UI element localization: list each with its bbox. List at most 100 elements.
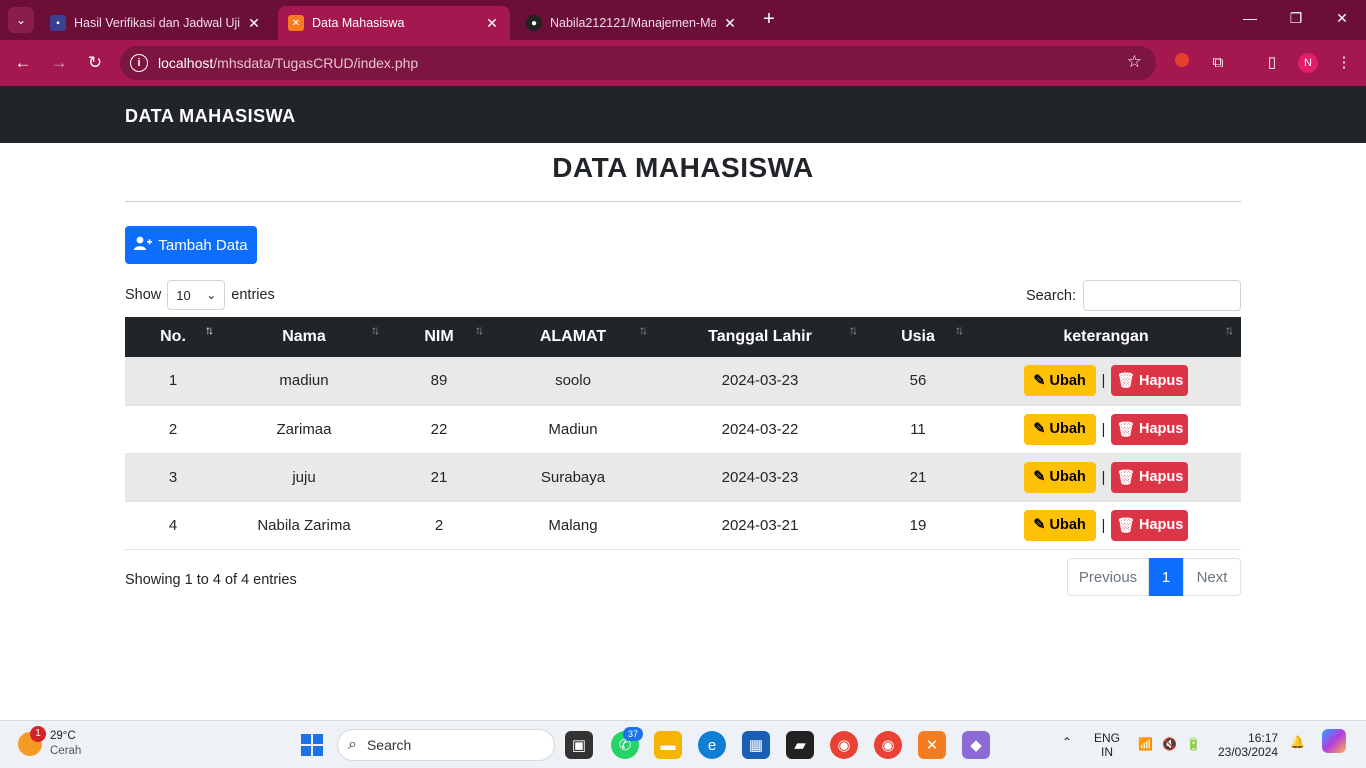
- edit-button[interactable]: ✎ Ubah: [1023, 509, 1096, 541]
- new-tab-button[interactable]: +: [758, 8, 780, 32]
- add-data-label: Tambah Data: [158, 236, 248, 254]
- edit-button[interactable]: ✎ Ubah: [1023, 461, 1096, 493]
- cell-no: 4: [168, 516, 178, 534]
- tab-verifikasi[interactable]: ▪ Hasil Verifikasi dan Jadwal Ujian ✕: [40, 6, 272, 40]
- column-header-tanggal-lahir[interactable]: Tanggal Lahir ↑↓: [655, 317, 865, 357]
- profile-avatar[interactable]: N: [1298, 53, 1318, 73]
- address-bar[interactable]: i localhost/mhsdata/TugasCRUD/index.php …: [120, 46, 1156, 80]
- wifi-icon[interactable]: 📶: [1138, 737, 1153, 751]
- file-explorer-icon[interactable]: ▬: [654, 731, 682, 759]
- cell-nim: 2: [434, 516, 444, 534]
- sort-asc-icon: ↑↓: [205, 323, 214, 337]
- entries-label: entries: [231, 287, 275, 303]
- tab-search-button[interactable]: ⌄: [8, 7, 34, 33]
- trash-icon: 🗑: [1116, 421, 1135, 438]
- edit-button[interactable]: ✎ Ubah: [1023, 365, 1096, 397]
- delete-button[interactable]: 🗑 Hapus: [1111, 509, 1189, 541]
- tab-data-mahasiswa[interactable]: ✕ Data Mahasiswa ✕: [278, 6, 510, 40]
- back-icon[interactable]: ←: [12, 52, 34, 74]
- previous-page-button[interactable]: Previous: [1067, 558, 1149, 596]
- copilot-icon[interactable]: [1322, 729, 1346, 756]
- chrome-profile-icon[interactable]: ◉: [874, 731, 902, 759]
- column-header-usia[interactable]: Usia ↑↓: [865, 317, 971, 357]
- close-tab-icon[interactable]: ✕: [246, 15, 262, 32]
- cell-actions: ✎ Ubah | 🗑 Hapus: [971, 405, 1241, 453]
- minimize-icon[interactable]: —: [1240, 10, 1260, 26]
- delete-button[interactable]: 🗑 Hapus: [1111, 461, 1189, 493]
- cell-no: 1: [168, 372, 178, 390]
- edge-icon[interactable]: e: [698, 731, 726, 759]
- delete-button[interactable]: 🗑 Hapus: [1111, 413, 1189, 445]
- trash-icon: 🗑: [1116, 517, 1135, 534]
- chevron-down-icon: ⌄: [206, 288, 217, 302]
- entries-select[interactable]: 10 ⌄: [167, 280, 226, 310]
- trash-icon: 🗑: [1116, 373, 1135, 390]
- windows-start-icon[interactable]: [298, 731, 326, 759]
- add-data-button[interactable]: Tambah Data: [125, 226, 257, 264]
- extension-icon[interactable]: [1172, 52, 1192, 74]
- notification-icon[interactable]: 🔔: [1290, 735, 1305, 749]
- taskbar: 1 29°C Cerah ⌕ Search ▣ ✆ 37 ▬ e ▦ ▰ ◉ ◉ …: [0, 720, 1366, 768]
- trash-icon: 🗑: [1116, 469, 1135, 486]
- sun-icon: 1: [18, 726, 46, 756]
- forward-icon[interactable]: →: [48, 52, 70, 74]
- tab-github[interactable]: ● Nabila212121/Manajemen-Mah ✕: [516, 6, 748, 40]
- search-label: Search:: [1026, 287, 1076, 304]
- cell-actions: ✎ Ubah | 🗑 Hapus: [971, 501, 1241, 549]
- navbar-brand[interactable]: DATA MAHASISWA: [125, 106, 296, 127]
- weather-desc: Cerah: [50, 745, 82, 757]
- task-view-icon[interactable]: ▣: [565, 731, 593, 759]
- app-icon[interactable]: ◆: [962, 731, 990, 759]
- weather-widget[interactable]: 1 29°C Cerah: [18, 726, 82, 759]
- side-panel-icon[interactable]: ▯: [1262, 52, 1282, 74]
- table-row: 2 Zarimaa 22 Madiun 2024-03-22 11 ✎ Ubah …: [125, 405, 1241, 453]
- cell-nim: 89: [430, 372, 448, 390]
- table-row: 1 madiun 89 soolo 2024-03-23 56 ✎ Ubah | …: [125, 357, 1241, 405]
- edit-icon: ✎: [1033, 517, 1046, 533]
- edit-button[interactable]: ✎ Ubah: [1023, 413, 1096, 445]
- weather-temp: 29°C: [50, 730, 76, 742]
- bookmark-star-icon[interactable]: ☆: [1127, 52, 1142, 72]
- action-separator: |: [1101, 468, 1106, 486]
- column-header-nim[interactable]: NIM ↑↓: [387, 317, 491, 357]
- close-window-icon[interactable]: ✕: [1332, 10, 1352, 27]
- column-header-alamat[interactable]: ALAMAT ↑↓: [491, 317, 655, 357]
- delete-button[interactable]: 🗑 Hapus: [1111, 365, 1189, 397]
- chrome-icon[interactable]: ◉: [830, 731, 858, 759]
- edit-icon: ✎: [1033, 469, 1046, 485]
- action-separator: |: [1101, 420, 1106, 438]
- next-page-button[interactable]: Next: [1183, 558, 1241, 596]
- cell-tanggal-lahir: 2024-03-22: [721, 420, 799, 438]
- column-header-nama[interactable]: Nama ↑↓: [221, 317, 387, 357]
- entries-value: 10: [176, 287, 191, 303]
- weather-badge: 1: [30, 726, 46, 742]
- cell-tanggal-lahir: 2024-03-23: [721, 468, 799, 486]
- language-indicator[interactable]: ENG IN: [1094, 731, 1120, 759]
- cell-alamat: Madiun: [548, 420, 598, 438]
- volume-muted-icon[interactable]: 🔇: [1162, 737, 1177, 751]
- search-input[interactable]: [1083, 280, 1241, 311]
- close-tab-icon[interactable]: ✕: [722, 15, 738, 32]
- xampp-icon[interactable]: ✕: [918, 731, 946, 759]
- extensions-puzzle-icon[interactable]: ⧉: [1208, 52, 1228, 74]
- cell-nim: 21: [430, 468, 448, 486]
- battery-icon[interactable]: 🔋: [1186, 737, 1201, 751]
- action-separator: |: [1101, 372, 1106, 390]
- table-row: 3 juju 21 Surabaya 2024-03-23 21 ✎ Ubah |…: [125, 453, 1241, 501]
- sticky-notes-icon[interactable]: ▰: [786, 731, 814, 759]
- reload-icon[interactable]: ↻: [84, 52, 106, 74]
- page-1-button[interactable]: 1: [1149, 558, 1183, 596]
- close-tab-icon[interactable]: ✕: [484, 15, 500, 32]
- taskbar-search[interactable]: ⌕ Search: [337, 729, 555, 761]
- store-icon[interactable]: ▦: [742, 731, 770, 759]
- show-hidden-icons[interactable]: ⌃: [1062, 735, 1072, 749]
- clock[interactable]: 16:17 23/03/2024: [1218, 731, 1278, 759]
- cell-usia: 21: [909, 468, 927, 486]
- column-header-no[interactable]: No. ↑↓: [125, 317, 221, 357]
- menu-kebab-icon[interactable]: ⋮: [1334, 52, 1354, 74]
- site-info-icon[interactable]: i: [130, 54, 148, 72]
- divider: [125, 201, 1241, 202]
- restore-icon[interactable]: ❐: [1286, 10, 1306, 27]
- column-header-keterangan[interactable]: keterangan ↑↓: [971, 317, 1241, 357]
- table-info: Showing 1 to 4 of 4 entries: [125, 572, 297, 588]
